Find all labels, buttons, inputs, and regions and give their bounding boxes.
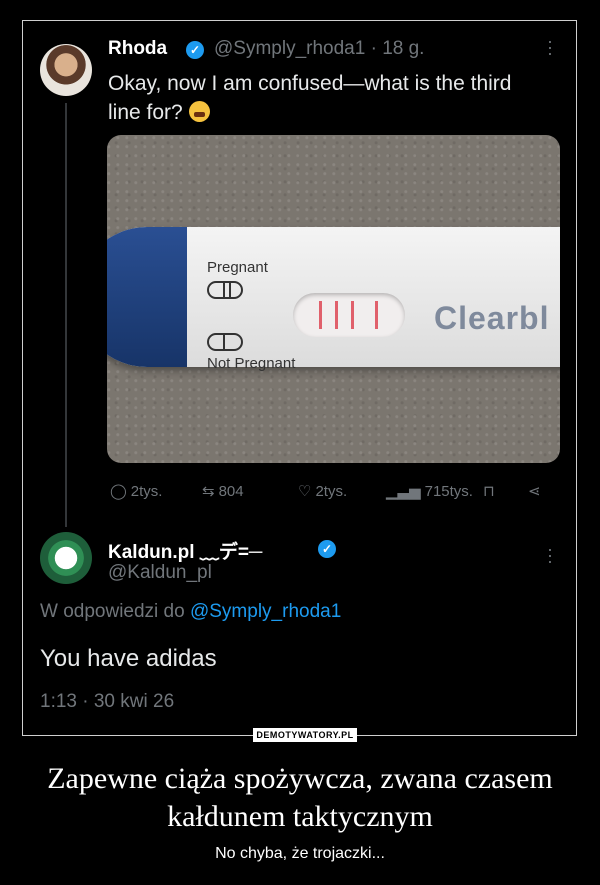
watermark: DEMOTYWATORY.PL xyxy=(253,728,357,742)
tweet-text: Okay, now I am confused—what is the thir… xyxy=(108,69,548,127)
thread-line xyxy=(65,103,67,527)
test-line-3 xyxy=(351,301,354,329)
not-pregnant-symbol-icon xyxy=(207,333,243,351)
verified-icon: ✓ xyxy=(318,540,336,558)
reply-author-name[interactable]: Kaldun.pl ﹏デ=─ xyxy=(108,537,262,564)
tweet-text-content: Okay, now I am confused—what is the thir… xyxy=(108,72,512,124)
reply-icon: ◯ xyxy=(110,483,127,500)
weary-face-emoji-icon xyxy=(188,101,210,122)
caption-subtitle: No chyba, że trojaczki... xyxy=(215,845,385,862)
test-line-1 xyxy=(319,301,322,329)
reply-action[interactable]: ◯ 2tys. xyxy=(110,482,162,500)
views-action[interactable]: ▁▃▅ 715tys. xyxy=(386,482,473,500)
more-icon[interactable]: · · · xyxy=(545,32,555,62)
replying-to-handle[interactable]: @Symply_rhoda1 xyxy=(190,601,341,622)
reply-handle[interactable]: @Kaldun_pl xyxy=(108,562,212,584)
avatar-rhoda[interactable] xyxy=(40,44,92,96)
replying-to: W odpowiedzi do @Symply_rhoda1 xyxy=(40,601,341,623)
reply-timestamp[interactable]: 1:13 · 30 kwi 26 xyxy=(40,691,174,713)
tweet-photo[interactable]: Pregnant Not Pregnant Clearbl xyxy=(107,135,560,463)
like-action[interactable]: ♡ 2tys. xyxy=(298,482,347,500)
repost-icon: ⇆ xyxy=(202,483,215,500)
repost-action[interactable]: ⇆ 804 xyxy=(202,482,244,500)
reply-text: You have adidas xyxy=(40,645,217,672)
views-count: 715tys. xyxy=(424,483,473,500)
caption-title: Zapewne ciąża spożywcza, zwana czasem ka… xyxy=(47,762,553,833)
test-brand-label: Clearbl xyxy=(434,300,550,336)
like-icon: ♡ xyxy=(298,483,312,500)
reply-count: 2tys. xyxy=(130,483,163,500)
replying-to-prefix: W odpowiedzi do xyxy=(40,601,190,622)
avatar-kaldun[interactable] xyxy=(40,532,92,584)
pregnant-symbol-icon xyxy=(207,281,243,299)
pregnancy-test-cap xyxy=(107,227,187,367)
test-line-2 xyxy=(335,301,338,329)
repost-count: 804 xyxy=(218,483,244,500)
more-icon[interactable]: · · · xyxy=(545,540,555,570)
not-pregnant-label: Not Pregnant xyxy=(207,355,296,372)
author-handle-time[interactable]: @Symply_rhoda1 · 18 g. xyxy=(214,38,424,60)
author-name[interactable]: Rhoda xyxy=(108,38,167,60)
pregnant-label: Pregnant xyxy=(207,259,268,276)
share-icon[interactable]: ⋖ xyxy=(528,482,541,500)
verified-icon: ✓ xyxy=(186,41,204,59)
like-count: 2tys. xyxy=(315,483,348,500)
bookmark-icon[interactable]: ⊓ xyxy=(483,482,495,500)
control-line xyxy=(375,301,378,329)
result-window xyxy=(293,293,405,337)
views-icon: ▁▃▅ xyxy=(386,483,421,500)
